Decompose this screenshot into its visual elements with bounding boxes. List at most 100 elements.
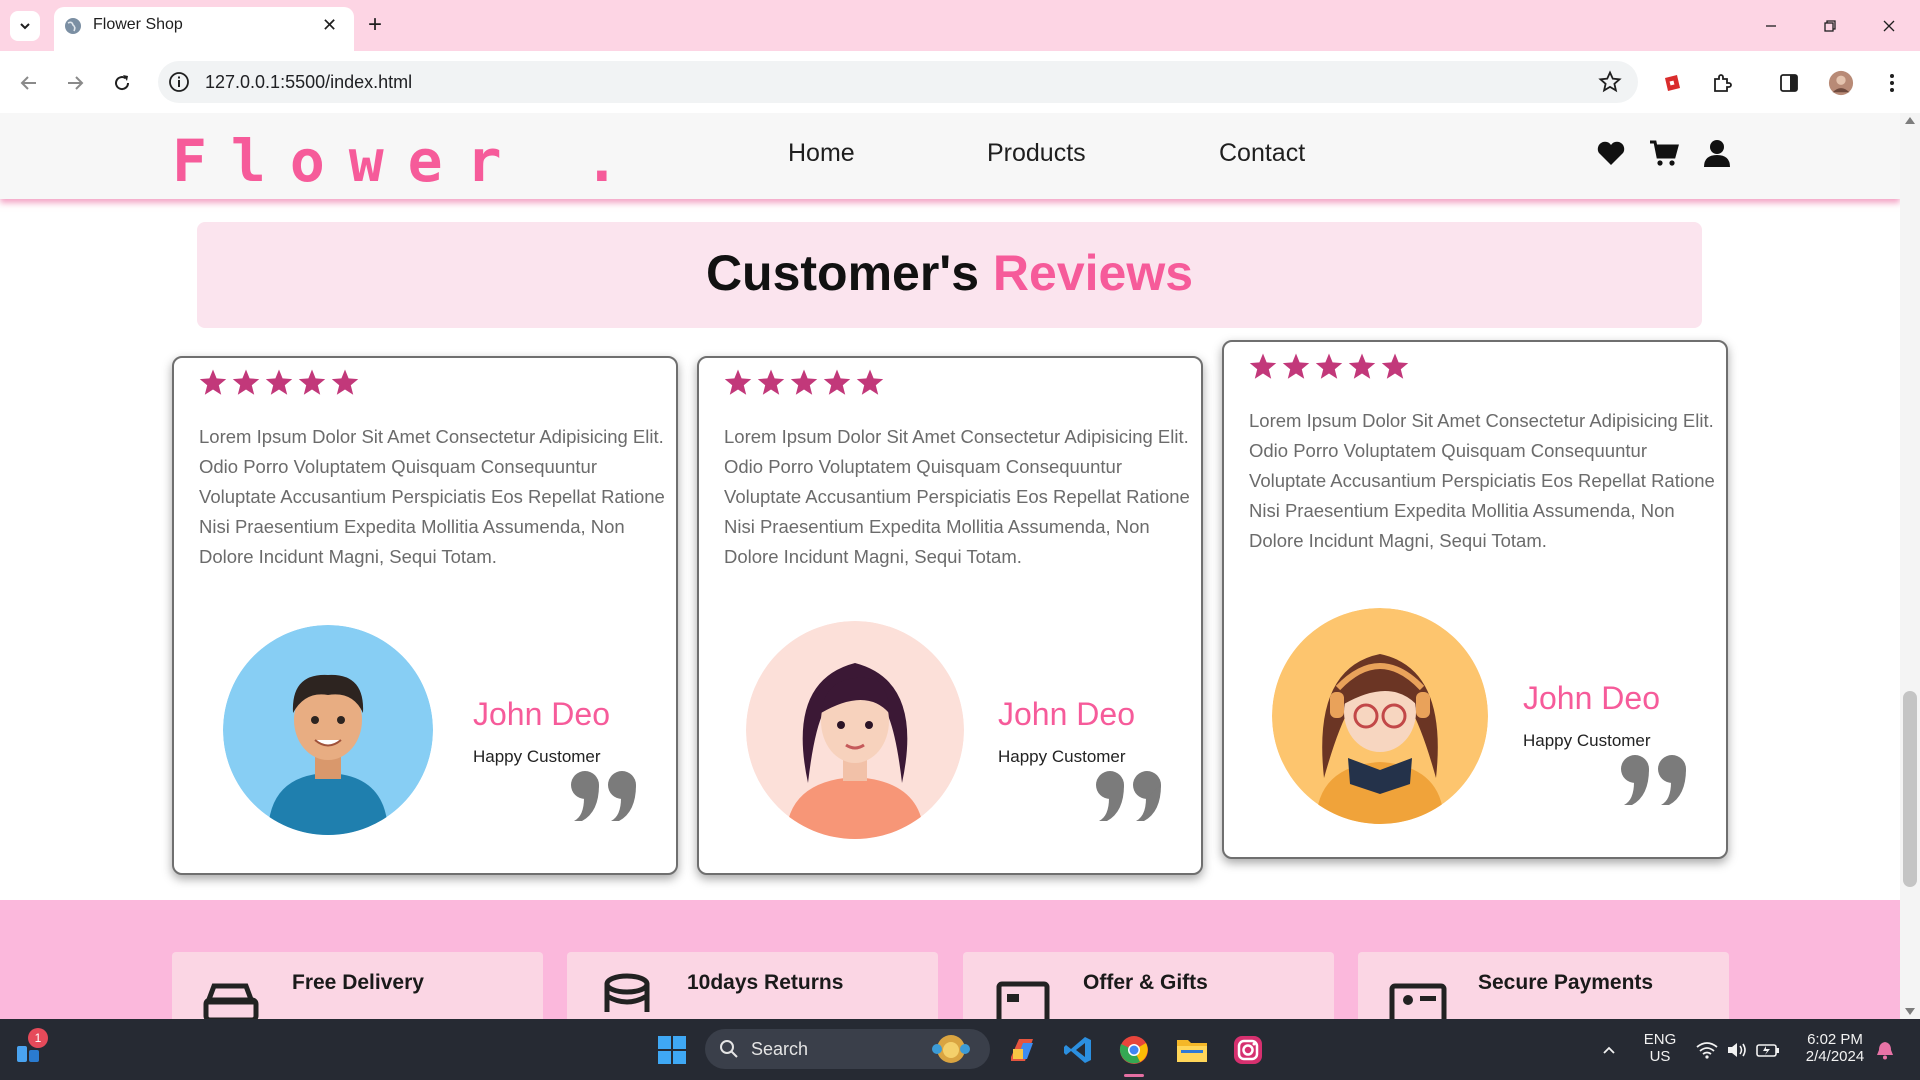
truck-icon bbox=[203, 983, 259, 1019]
bookmark-star-icon[interactable] bbox=[1598, 70, 1622, 94]
notifications-button[interactable] bbox=[1868, 1033, 1902, 1067]
windows-taskbar: 1 Search ENG US 6:02 PM 2/4/2024 bbox=[0, 1019, 1920, 1080]
review-card: Lorem Ipsum Dolor Sit Amet Consectetur A… bbox=[172, 356, 678, 875]
clock-date: 2/4/2024 bbox=[1805, 1048, 1865, 1065]
address-bar[interactable]: 127.0.0.1:5500/index.html bbox=[158, 61, 1638, 103]
page-viewport: Flower . Home Products Contact Customer'… bbox=[0, 113, 1900, 1019]
new-tab-button[interactable]: + bbox=[368, 11, 382, 39]
quote-icon bbox=[571, 771, 636, 821]
reviews-heading-banner: Customer's Reviews bbox=[197, 222, 1702, 328]
browser-tab-strip: Flower Shop ✕ + bbox=[0, 0, 1920, 51]
feature-label: Free Delivery bbox=[292, 971, 424, 994]
returns-icon bbox=[604, 973, 650, 1012]
star-icon bbox=[1348, 353, 1376, 379]
tab-search-button[interactable] bbox=[10, 11, 40, 41]
copilot-app[interactable] bbox=[1005, 1033, 1039, 1067]
back-button[interactable] bbox=[14, 68, 44, 98]
side-panel-icon[interactable] bbox=[1776, 70, 1802, 96]
feature-label: Secure Payments bbox=[1478, 971, 1654, 994]
language-label: ENG bbox=[1643, 1031, 1677, 1048]
restore-button[interactable] bbox=[1815, 13, 1845, 39]
user-icon[interactable] bbox=[1701, 137, 1733, 169]
gift-icon bbox=[996, 981, 1050, 1019]
chevron-down-icon bbox=[20, 23, 30, 30]
page-scrollbar[interactable] bbox=[1900, 113, 1920, 1019]
search-icon bbox=[720, 1040, 738, 1058]
vscode-icon bbox=[1064, 1037, 1091, 1063]
notification-badge: 1 bbox=[28, 1028, 48, 1048]
star-icon bbox=[1315, 353, 1343, 379]
review-text: Lorem Ipsum Dolor Sit Amet Consectetur A… bbox=[1249, 410, 1715, 551]
close-window-button[interactable] bbox=[1874, 13, 1904, 39]
browser-toolbar: 127.0.0.1:5500/index.html bbox=[0, 51, 1920, 113]
customer-avatar bbox=[223, 625, 433, 835]
url-text[interactable]: 127.0.0.1:5500/index.html bbox=[205, 72, 412, 93]
nav-products-link[interactable]: Products bbox=[987, 139, 1086, 168]
scroll-down-arrow[interactable] bbox=[1905, 1008, 1915, 1015]
customer-avatar bbox=[1272, 608, 1488, 824]
chrome-app[interactable] bbox=[1117, 1033, 1151, 1067]
customer-role: Happy Customer bbox=[473, 747, 601, 766]
arrow-right-icon bbox=[68, 76, 84, 90]
vscode-app[interactable] bbox=[1061, 1033, 1095, 1067]
forward-button[interactable] bbox=[60, 68, 90, 98]
active-app-indicator bbox=[1124, 1074, 1144, 1077]
region-label: US bbox=[1649, 1048, 1671, 1065]
reviews-heading-prefix: Customer's bbox=[705, 245, 980, 301]
info-icon[interactable] bbox=[168, 71, 190, 93]
customer-role: Happy Customer bbox=[1523, 731, 1651, 750]
minimize-button[interactable] bbox=[1756, 13, 1786, 39]
feature-card: Secure Payments bbox=[1358, 952, 1729, 1019]
clock[interactable]: 6:02 PM 2/4/2024 bbox=[1790, 1031, 1880, 1065]
show-hidden-icons-button[interactable] bbox=[1592, 1033, 1626, 1067]
feature-card: Offer & Gifts bbox=[963, 952, 1334, 1019]
lion-highlight-icon bbox=[932, 1035, 970, 1063]
globe-icon bbox=[65, 18, 81, 34]
star-icon bbox=[757, 369, 785, 395]
heart-icon[interactable] bbox=[1595, 137, 1627, 169]
speaker-icon bbox=[1728, 1043, 1746, 1057]
star-icon bbox=[1381, 353, 1409, 379]
battery-icon bbox=[1756, 1044, 1779, 1057]
windows-logo-icon bbox=[658, 1036, 686, 1064]
reload-button[interactable] bbox=[107, 68, 137, 98]
scroll-up-arrow[interactable] bbox=[1905, 117, 1915, 124]
reload-icon bbox=[115, 75, 130, 91]
quote-icon bbox=[1621, 755, 1686, 805]
feature-card: Free Delivery bbox=[172, 952, 543, 1019]
folder-icon bbox=[1177, 1040, 1207, 1062]
language-indicator[interactable]: ENG US bbox=[1640, 1031, 1680, 1065]
nav-home-link[interactable]: Home bbox=[788, 139, 855, 168]
star-icon bbox=[823, 369, 851, 395]
features-band: Free Delivery 10days Returns Offer & Gif… bbox=[0, 900, 1900, 1019]
star-icon bbox=[724, 369, 752, 395]
puzzle-icon[interactable] bbox=[1709, 70, 1735, 96]
review-card: Lorem Ipsum Dolor Sit Amet Consectetur A… bbox=[1222, 340, 1728, 859]
reviews-heading-accent: Reviews bbox=[992, 245, 1194, 301]
star-icon bbox=[232, 369, 260, 395]
star-icon bbox=[856, 369, 884, 395]
star-icon bbox=[1282, 353, 1310, 379]
scrollbar-thumb[interactable] bbox=[1903, 691, 1917, 887]
feature-card: 10days Returns bbox=[567, 952, 938, 1019]
copilot-icon bbox=[1011, 1039, 1033, 1061]
nav-contact-link[interactable]: Contact bbox=[1219, 139, 1305, 168]
wifi-icon bbox=[1696, 1042, 1718, 1059]
star-rating bbox=[723, 368, 885, 398]
site-logo[interactable]: Flower . bbox=[172, 127, 643, 195]
start-button[interactable] bbox=[655, 1033, 689, 1067]
battery-status[interactable] bbox=[1751, 1033, 1785, 1067]
cart-icon[interactable] bbox=[1648, 137, 1680, 169]
reviews-heading: Customer's Reviews bbox=[197, 244, 1702, 302]
profile-avatar[interactable] bbox=[1828, 70, 1854, 96]
taskbar-search[interactable]: Search bbox=[705, 1029, 990, 1069]
instagram-app[interactable] bbox=[1231, 1033, 1265, 1067]
file-explorer-app[interactable] bbox=[1175, 1033, 1209, 1067]
close-tab-icon[interactable]: ✕ bbox=[322, 14, 337, 36]
wifi-status[interactable] bbox=[1690, 1033, 1724, 1067]
volume-status[interactable] bbox=[1720, 1033, 1754, 1067]
browser-menu-icon[interactable] bbox=[1879, 70, 1905, 96]
customer-name: John Deo bbox=[998, 696, 1135, 732]
star-icon bbox=[298, 369, 326, 395]
extension-icon[interactable] bbox=[1659, 70, 1685, 96]
